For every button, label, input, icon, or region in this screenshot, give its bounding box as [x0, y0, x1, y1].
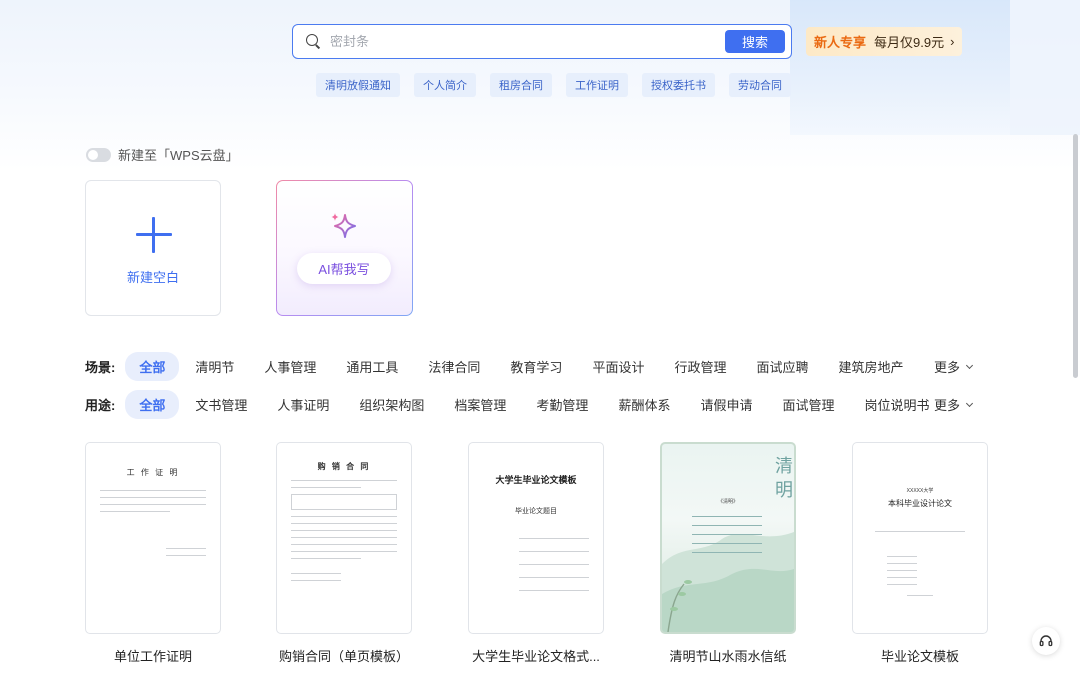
hot-tag[interactable]: 租房合同 — [490, 73, 552, 97]
thumb-title: 工 作 证 明 — [126, 468, 180, 477]
template-card[interactable]: 工 作 证 明 单位工作证明 — [85, 442, 221, 664]
usage-more-button[interactable]: 更多 — [934, 395, 974, 414]
scene-chip[interactable]: 建筑房地产 — [838, 357, 903, 376]
chevron-down-icon — [965, 361, 974, 369]
scene-chip[interactable]: 清明节 — [195, 357, 234, 376]
usage-chip[interactable]: 请假申请 — [700, 395, 752, 414]
template-card[interactable]: 清明 《清明》 清明节山水雨水信纸 — [660, 442, 796, 664]
ai-write-card[interactable]: AI帮我写 — [276, 180, 413, 316]
scene-more-button[interactable]: 更多 — [934, 357, 974, 376]
template-name: 购销合同（单页模板） — [278, 649, 409, 664]
thumb-title: 购 销 合 同 — [317, 462, 371, 471]
template-thumbnail: 工 作 证 明 — [85, 442, 221, 634]
template-thumbnail: 清明 《清明》 — [660, 442, 796, 634]
template-card[interactable]: XXXXX大学 本科毕业设计论文 毕业论文模板 — [852, 442, 988, 664]
hot-tag[interactable]: 工作证明 — [566, 73, 628, 97]
sparkle-icon — [331, 213, 356, 238]
chevron-down-icon — [965, 399, 974, 407]
template-name: 大学生毕业论文格式... — [472, 649, 600, 664]
scene-chip[interactable]: 行政管理 — [674, 357, 726, 376]
usage-more-label: 更多 — [934, 398, 961, 413]
template-thumbnail: 购 销 合 同 — [276, 442, 412, 634]
promo-banner[interactable]: 新人专享 每月仅9.9元 › — [806, 27, 962, 56]
usage-label: 用途: — [85, 398, 116, 413]
header-decoration-right — [1010, 0, 1080, 135]
promo-badge: 新人专享 — [814, 35, 867, 50]
plus-icon — [136, 217, 172, 253]
thumb-title: 大学生毕业论文模板 — [495, 475, 577, 485]
template-name: 清明节山水雨水信纸 — [669, 649, 787, 664]
hot-tag[interactable]: 劳动合同 — [729, 73, 791, 97]
search-bar[interactable]: 搜索 — [292, 24, 792, 59]
usage-chip[interactable]: 组织架构图 — [359, 395, 424, 414]
scene-filter-row: 场景: 全部 清明节 人事管理 通用工具 法律合同 教育学习 平面设计 行政管理… — [85, 352, 934, 381]
usage-chip[interactable]: 人事证明 — [277, 395, 329, 414]
template-thumbnail: XXXXX大学 本科毕业设计论文 — [852, 442, 988, 634]
thumb-subtitle: XXXXX大学 — [906, 488, 934, 494]
usage-chip[interactable]: 面试管理 — [782, 395, 834, 414]
header-decoration — [790, 0, 1010, 135]
hot-tag[interactable]: 个人简介 — [414, 73, 476, 97]
usage-chip[interactable]: 文书管理 — [195, 395, 247, 414]
hot-search-tags: 清明放假通知 个人简介 租房合同 工作证明 授权委托书 劳动合同 — [316, 73, 791, 97]
scene-label: 场景: — [85, 360, 116, 375]
hot-tag[interactable]: 清明放假通知 — [316, 73, 400, 97]
search-button[interactable]: 搜索 — [725, 30, 785, 53]
cloud-save-label: 新建至「WPS云盘」 — [118, 148, 239, 163]
usage-chip[interactable]: 档案管理 — [454, 395, 506, 414]
thumb-title: 本科毕业设计论文 — [888, 499, 952, 508]
new-blank-label: 新建空白 — [126, 270, 179, 285]
ai-write-button[interactable]: AI帮我写 — [297, 253, 391, 284]
thumb-title: 清明 — [773, 456, 793, 504]
scene-chip-all[interactable]: 全部 — [125, 352, 180, 381]
usage-chip-all[interactable]: 全部 — [125, 390, 180, 419]
page-scrollbar[interactable] — [1073, 134, 1078, 378]
scene-chip[interactable]: 人事管理 — [264, 357, 316, 376]
template-name: 毕业论文模板 — [880, 649, 959, 664]
scene-chip[interactable]: 法律合同 — [428, 357, 480, 376]
search-icon — [306, 33, 322, 50]
scene-more-label: 更多 — [934, 360, 961, 375]
scene-chip[interactable]: 通用工具 — [346, 357, 398, 376]
chevron-right-icon: › — [950, 34, 955, 49]
usage-chip[interactable]: 考勤管理 — [536, 395, 588, 414]
template-thumbnail: 大学生毕业论文模板 毕业论文题目 — [468, 442, 604, 634]
scene-chip[interactable]: 教育学习 — [510, 357, 562, 376]
cloud-save-toggle-row: 新建至「WPS云盘」 — [86, 145, 239, 164]
scene-chip[interactable]: 平面设计 — [592, 357, 644, 376]
cloud-save-toggle[interactable] — [86, 147, 111, 162]
scene-chip[interactable]: 面试应聘 — [756, 357, 808, 376]
template-name: 单位工作证明 — [113, 649, 192, 664]
usage-chip[interactable]: 薪酬体系 — [618, 395, 670, 414]
thumb-subtitle: 《清明》 — [717, 499, 738, 505]
customer-service-button[interactable] — [1032, 627, 1060, 655]
hot-tag[interactable]: 授权委托书 — [642, 73, 715, 97]
search-input[interactable] — [330, 26, 725, 57]
template-card[interactable]: 购 销 合 同 购销合同（单页模板） — [276, 442, 412, 664]
usage-chip[interactable]: 岗位说明书 — [864, 395, 929, 414]
new-blank-card[interactable]: 新建空白 — [85, 180, 221, 316]
template-card[interactable]: 大学生毕业论文模板 毕业论文题目 大学生毕业论文格式... — [468, 442, 604, 664]
usage-filter-row: 用途: 全部 文书管理 人事证明 组织架构图 档案管理 考勤管理 薪酬体系 请假… — [85, 390, 960, 419]
thumb-subtitle: 毕业论文题目 — [515, 508, 557, 515]
headset-icon — [1039, 635, 1053, 647]
promo-text: 每月仅9.9元 — [874, 35, 945, 50]
